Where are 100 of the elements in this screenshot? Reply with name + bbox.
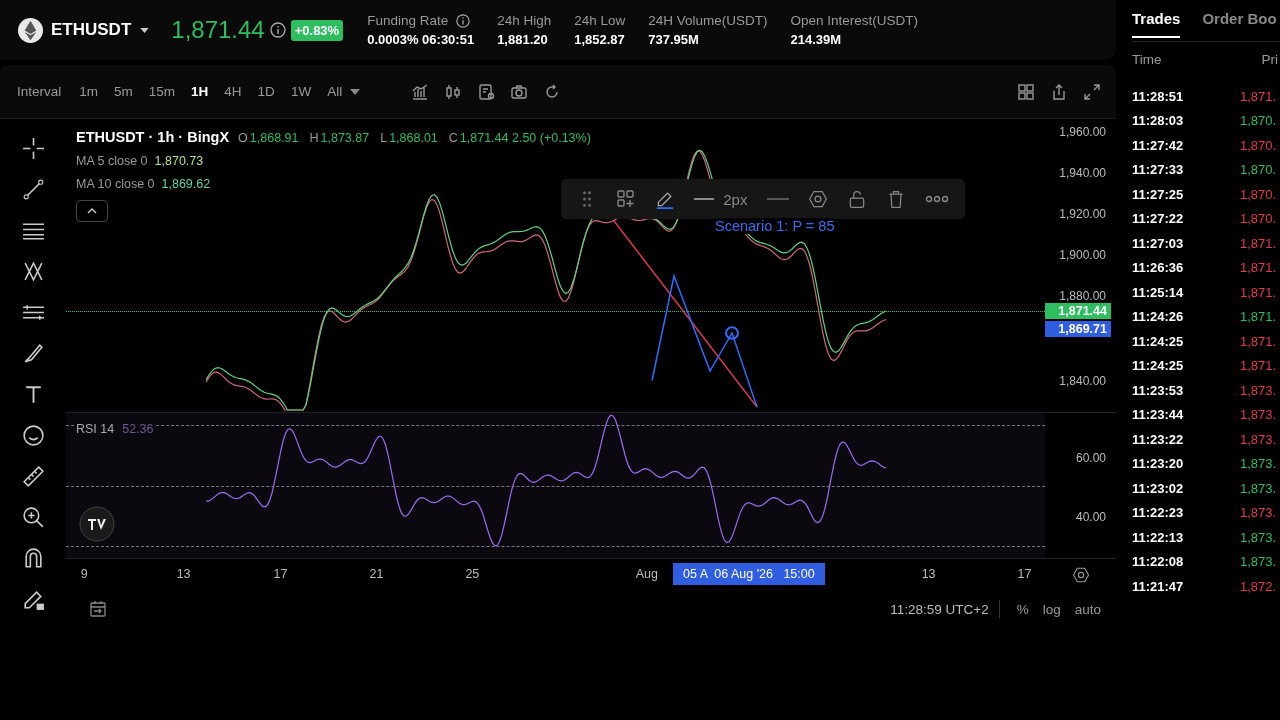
trade-time: 11:22:13: [1132, 529, 1185, 545]
candlestick-icon[interactable]: [444, 82, 463, 101]
ruler-icon[interactable]: [20, 464, 46, 489]
line-width-label[interactable]: 2px: [723, 190, 748, 208]
ohlc-value: L 1,868.01: [380, 131, 438, 145]
fullscreen-icon[interactable]: [1083, 82, 1101, 101]
price-axis-label: 1,940.00: [1059, 165, 1106, 180]
stat-value: 737.95M: [648, 32, 700, 47]
stat-label: Open Interest(USDT): [790, 13, 919, 28]
trade-price: 1,871.: [1240, 88, 1277, 104]
time-axis-label: 9: [80, 567, 88, 581]
trade-price: 1,873.: [1240, 382, 1277, 398]
scale-option[interactable]: auto: [1067, 601, 1108, 617]
trade-price: 1,870.: [1240, 162, 1277, 178]
interval-tab[interactable]: 1H: [183, 84, 217, 99]
time-axis-label: 21: [369, 567, 384, 581]
indicators-icon[interactable]: [411, 82, 430, 101]
scale-option[interactable]: %: [1009, 601, 1036, 617]
panel-tab[interactable]: Trades: [1132, 10, 1181, 38]
scale-option[interactable]: log: [1035, 601, 1068, 617]
price-axis-label: 1,960.00: [1059, 124, 1106, 139]
camera-icon[interactable]: [510, 82, 529, 101]
add-template-icon[interactable]: [615, 189, 636, 209]
trade-time: 11:27:25: [1132, 186, 1185, 202]
interval-tab[interactable]: 15m: [140, 84, 184, 99]
caret-icon[interactable]: [140, 27, 150, 33]
share-icon[interactable]: [1050, 82, 1068, 101]
interval-tab[interactable]: 1D: [249, 84, 283, 99]
indicator-label: MA 10 close 0: [76, 177, 155, 191]
crosshair-icon[interactable]: [20, 136, 46, 161]
time-axis-label: 13: [921, 567, 936, 581]
trade-price: 1,872.: [1240, 578, 1277, 594]
stat-label: 24h High: [497, 13, 552, 28]
time-axis-label: 17: [273, 567, 288, 581]
price-axis-label: 1,840.00: [1059, 373, 1106, 388]
interval-tab[interactable]: 1m: [71, 84, 107, 99]
trade-time: 11:23:22: [1132, 431, 1185, 447]
last-price: 1,871.44: [171, 16, 265, 44]
time-axis-label: Aug: [635, 567, 658, 581]
ohlc-value: O 1,868.91: [238, 131, 299, 145]
last-price-tag: 1,871.44: [1045, 303, 1111, 319]
stat-value: 214.39M: [790, 32, 843, 47]
smiley-icon[interactable]: [20, 423, 46, 448]
trade-price: 1,871.: [1240, 235, 1277, 251]
trade-time: 11:24:25: [1132, 333, 1185, 349]
cursor-time-tag: 05 A 06 Aug '26 15:00: [673, 563, 825, 585]
logo-icon[interactable]: [79, 506, 115, 542]
info-icon[interactable]: [269, 22, 286, 38]
interval-tab[interactable]: 4H: [216, 84, 250, 99]
trade-price: 1,870.: [1240, 113, 1277, 129]
caret-icon[interactable]: [350, 88, 361, 95]
trade-price: 1,870.: [1240, 211, 1277, 227]
trade-time: 11:24:26: [1132, 309, 1185, 325]
trade-price: 1,873.: [1240, 480, 1277, 496]
interval-tab[interactable]: 5m: [106, 84, 141, 99]
panel-tab[interactable]: Order Boo: [1202, 10, 1277, 38]
zoom-in-icon[interactable]: [20, 505, 46, 530]
layout-grid-icon[interactable]: [1017, 82, 1035, 101]
trade-price: 1,873.: [1240, 529, 1277, 545]
trade-time: 11:25:14: [1132, 284, 1185, 300]
symbol-title[interactable]: ETHUSDT: [51, 20, 132, 40]
price-axis-label: 1,900.00: [1059, 247, 1106, 262]
trade-time: 11:22:08: [1132, 554, 1185, 570]
trade-time: 11:24:25: [1132, 358, 1185, 374]
trade-price: 1,871.: [1240, 333, 1277, 349]
date-range-icon[interactable]: [88, 599, 108, 619]
trade-time: 11:27:33: [1132, 162, 1185, 178]
trade-time: 11:23:02: [1132, 480, 1185, 496]
caret-up-icon: [87, 208, 97, 214]
trade-price: 1,873.: [1240, 407, 1277, 423]
ethereum-logo-icon: [17, 16, 44, 44]
time-axis-label: 17: [1017, 567, 1032, 581]
trade-time: 11:27:03: [1132, 235, 1185, 251]
collapse-button[interactable]: [76, 200, 108, 222]
trade-time: 11:26:36: [1132, 260, 1185, 276]
cursor-price-tag: 1,869.71: [1045, 321, 1111, 337]
time-axis-label: 13: [176, 567, 191, 581]
interval-tab[interactable]: 1W: [282, 84, 320, 99]
trade-price: 1,870.: [1240, 137, 1277, 153]
trade-price: 1,873.: [1240, 431, 1277, 447]
ohlc-value: H 1,873.87: [309, 131, 370, 145]
trade-time: 11:22:23: [1132, 505, 1185, 521]
price-axis-label: 1,920.00: [1059, 206, 1106, 221]
clock-text[interactable]: 11:28:59 UTC+2: [890, 601, 989, 617]
price-axis-label: 1,880.00: [1059, 288, 1106, 303]
settings-icon[interactable]: [1071, 566, 1090, 584]
trade-time: 11:27:42: [1132, 137, 1185, 153]
template-icon[interactable]: [477, 82, 496, 101]
trade-time: 11:21:47: [1132, 578, 1185, 594]
annotation-text[interactable]: Scenario 1: P = 85: [715, 218, 835, 234]
chart-title: ETHUSDT · 1h · BingX: [76, 129, 230, 145]
info-icon[interactable]: [456, 13, 471, 28]
indicator-label: MA 5 close 0: [76, 154, 148, 168]
settings-icon[interactable]: [807, 189, 828, 209]
indicator-label: RSI 14: [76, 422, 115, 436]
trade-time: 11:28:03: [1132, 113, 1185, 129]
trade-time: 11:23:53: [1132, 382, 1185, 398]
interval-tab[interactable]: All: [319, 84, 351, 99]
trade-price: 1,871.: [1240, 260, 1277, 276]
trade-price: 1,873.: [1240, 456, 1277, 472]
